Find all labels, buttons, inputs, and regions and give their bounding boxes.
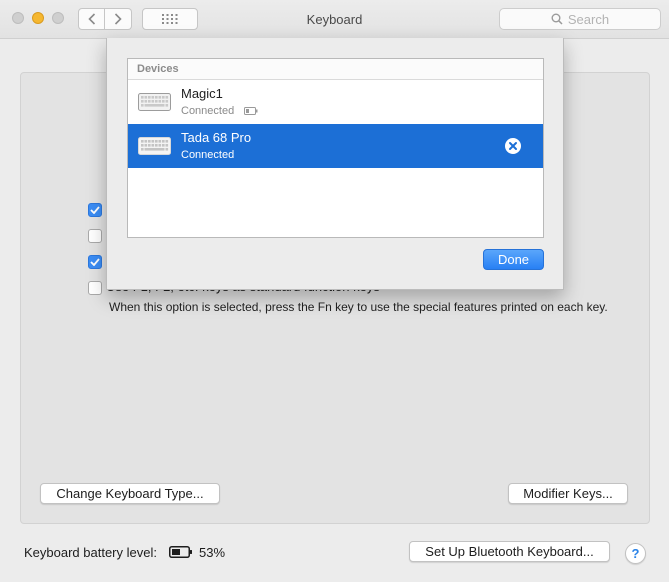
- option-checkbox-3[interactable]: [88, 255, 102, 269]
- modifier-keys-button[interactable]: Modifier Keys...: [508, 483, 628, 504]
- device-name: Magic1: [181, 86, 223, 101]
- keyboard-icon: [138, 93, 171, 111]
- device-status: Connected: [181, 105, 235, 117]
- device-name: Tada 68 Pro: [181, 130, 252, 145]
- fn-keys-description: When this option is selected, press the …: [109, 300, 608, 314]
- change-keyboard-type-button[interactable]: Change Keyboard Type...: [40, 483, 220, 504]
- device-row-magic1[interactable]: Magic1 Connected: [128, 80, 543, 124]
- devices-header: Devices: [128, 59, 543, 80]
- search-field[interactable]: Search: [499, 8, 661, 30]
- battery-level-label: Keyboard battery level:: [24, 545, 157, 560]
- option-checkbox-2[interactable]: [88, 229, 102, 243]
- device-status: Connected: [181, 149, 235, 161]
- battery-percentage: 53%: [199, 545, 226, 560]
- devices-sheet: Devices Magic1 Connected Tada 68 Pro Con…: [106, 38, 564, 290]
- devices-list: Devices Magic1 Connected Tada 68 Pro Con…: [127, 58, 544, 238]
- title-bar: Keyboard Search: [0, 0, 669, 39]
- remove-device-icon[interactable]: [504, 137, 522, 155]
- help-button[interactable]: ?: [625, 543, 646, 564]
- option-checkbox-1[interactable]: [88, 203, 102, 217]
- search-icon: [551, 13, 563, 25]
- checkmark-icon: [90, 206, 100, 214]
- checkmark-icon: [90, 258, 100, 266]
- keyboard-icon: [138, 137, 171, 155]
- device-row-tada-68-pro[interactable]: Tada 68 Pro Connected: [128, 124, 543, 168]
- battery-icon: [169, 546, 192, 558]
- search-placeholder: Search: [567, 11, 610, 27]
- battery-icon: [244, 107, 258, 115]
- setup-bluetooth-keyboard-button[interactable]: Set Up Bluetooth Keyboard...: [409, 541, 610, 562]
- done-button[interactable]: Done: [483, 249, 544, 270]
- fn-keys-checkbox[interactable]: [88, 281, 102, 295]
